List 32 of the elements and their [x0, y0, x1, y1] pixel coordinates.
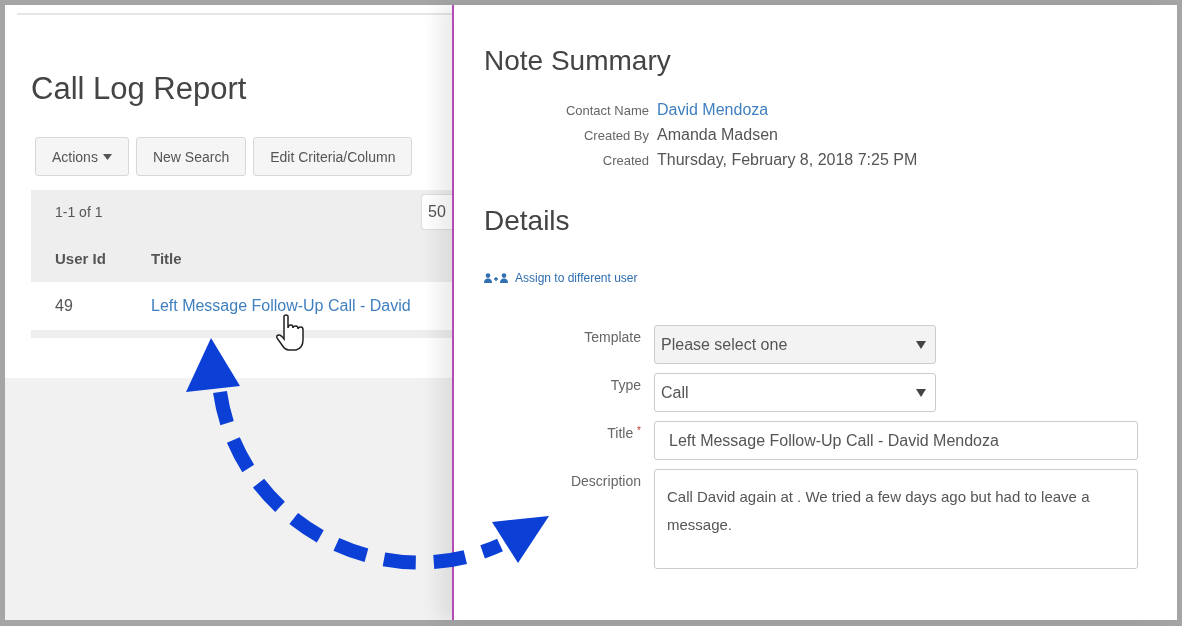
caret-icon	[102, 153, 112, 160]
column-header: User Id	[54, 249, 107, 267]
required-mark: *	[637, 425, 641, 436]
field-label: Description	[570, 473, 641, 489]
dropdown-arrow-icon	[916, 340, 926, 349]
page-size-select[interactable]: 50	[421, 194, 452, 230]
column-header: Title	[151, 249, 182, 267]
toolbar-button[interactable]: Edit Criteria/Column	[253, 137, 413, 176]
report-title: Call Log Report	[31, 71, 248, 107]
pagination-count: 1-1 of 1	[55, 204, 103, 220]
select-field[interactable]: Call	[654, 373, 936, 412]
section-title: Details	[484, 205, 571, 237]
field-value: Amanda Madsen	[657, 126, 779, 144]
contact-link[interactable]: David Mendoza	[657, 101, 1177, 119]
table-cell-text: 49	[54, 297, 74, 315]
title-link[interactable]: Left Message Follow-Up Call - David	[151, 297, 411, 315]
field-label: Type	[610, 377, 641, 393]
actions-dropdown[interactable]: Actions	[35, 137, 129, 176]
dropdown-arrow-icon	[916, 388, 926, 397]
field-value: Thursday, February 8, 2018 7:25 PM	[657, 151, 919, 169]
users-icon	[484, 273, 508, 283]
title-input[interactable]: Left Message Follow-Up Call - David Mendoza	[654, 421, 1138, 460]
field-label: Title	[607, 425, 634, 441]
section-title: Note Summary	[484, 45, 672, 77]
select-field[interactable]: Please select one	[654, 325, 936, 364]
toolbar-button[interactable]: New Search	[135, 137, 247, 176]
field-label: Created By	[582, 128, 649, 143]
description-textarea[interactable]: Call David again at . We tried a few days ago but had to leave a message.	[654, 469, 1138, 569]
assign-link[interactable]: Assign to different user	[515, 271, 638, 285]
field-label: Template	[584, 329, 641, 345]
field-label: Created	[601, 153, 649, 168]
field-label: Contact Name	[564, 103, 649, 118]
